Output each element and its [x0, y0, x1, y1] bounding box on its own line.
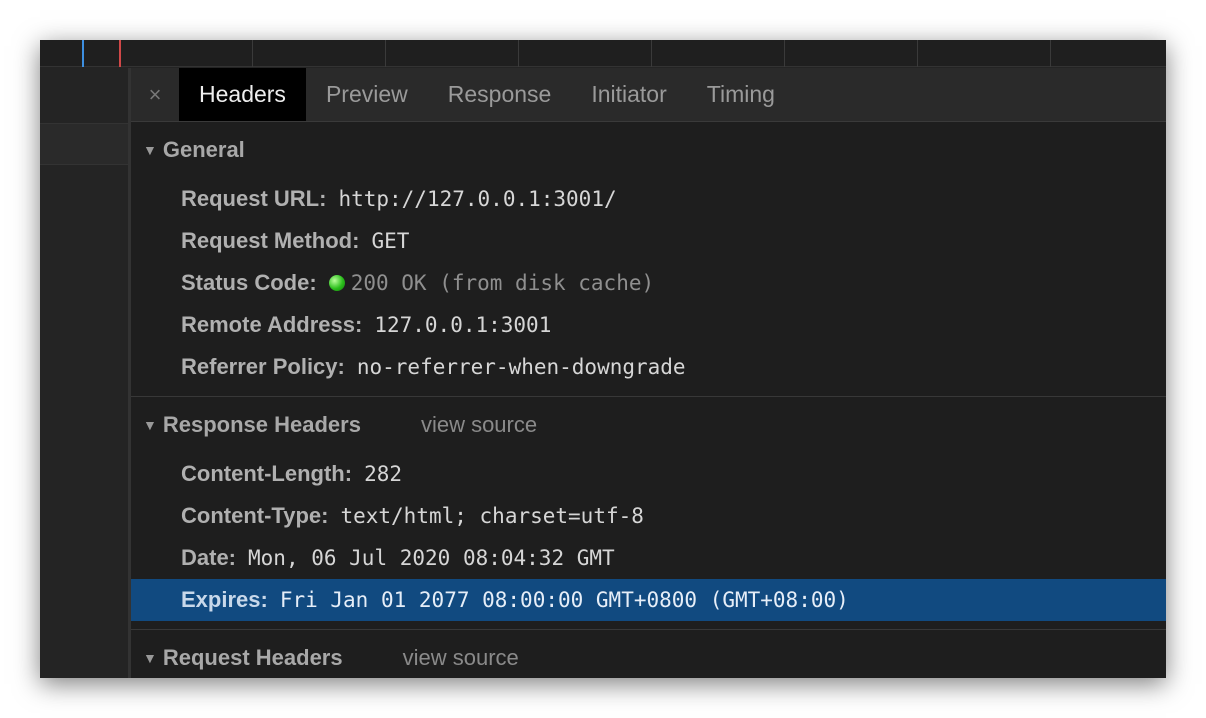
status-green-dot-icon [328, 275, 345, 291]
grid-line [518, 40, 519, 67]
view-source-link[interactable]: view source [403, 645, 519, 671]
request-list [40, 68, 128, 678]
header-value: 200 OK (from disk cache) [350, 271, 655, 295]
general-header[interactable]: ▼ General [131, 122, 1166, 178]
request-headers-section: ▼ Request Headers view source [131, 630, 1166, 678]
devtools-window: × Headers Preview Response Initiator Tim… [40, 40, 1166, 678]
response-headers-header[interactable]: ▼ Response Headers view source [131, 397, 1166, 453]
triangle-down-icon: ▼ [143, 417, 157, 433]
section-title: General [162, 137, 245, 162]
view-source-link[interactable]: view source [421, 412, 537, 438]
header-row: Request URL: http://127.0.0.1:3001/ [131, 178, 1166, 220]
header-row: Content-Length: 282 [131, 453, 1166, 495]
header-key: Date: [181, 545, 237, 570]
section-title: Response Headers [162, 412, 361, 437]
header-value: Fri Jan 01 2077 08:00:00 GMT+0800 (GMT+0… [279, 588, 849, 612]
tab-preview[interactable]: Preview [306, 68, 428, 121]
dom-content-loaded-marker [82, 40, 84, 67]
grid-line [651, 40, 652, 67]
header-row-selected[interactable]: Expires: Fri Jan 01 2077 08:00:00 GMT+080… [131, 579, 1166, 621]
close-icon[interactable]: × [131, 68, 179, 121]
tab-response[interactable]: Response [428, 68, 572, 121]
section-title: Request Headers [162, 645, 343, 670]
header-value: http://127.0.0.1:3001/ [338, 187, 617, 211]
header-value: Mon, 06 Jul 2020 08:04:32 GMT [248, 546, 615, 570]
request-headers-header[interactable]: ▼ Request Headers view source [131, 630, 1166, 678]
load-marker [119, 40, 121, 67]
grid-line [252, 40, 253, 67]
tab-timing[interactable]: Timing [687, 68, 795, 121]
header-key: Content-Length: [181, 461, 353, 486]
header-row: Content-Type: text/html; charset=utf-8 [131, 495, 1166, 537]
header-row: Status Code: 200 OK (from disk cache) [131, 262, 1166, 304]
response-headers-section: ▼ Response Headers view source Content-Len… [131, 397, 1166, 630]
header-value: 127.0.0.1:3001 [374, 313, 552, 337]
header-value: GET [371, 229, 410, 253]
timeline-overview[interactable] [40, 40, 1166, 67]
header-value: text/html; charset=utf-8 [340, 504, 644, 528]
header-key: Expires: [181, 587, 268, 612]
request-details-panel: × Headers Preview Response Initiator Tim… [131, 68, 1166, 678]
grid-line [385, 40, 386, 67]
header-row: Request Method: GET [131, 220, 1166, 262]
general-section: ▼ General Request URL: http://127.0.0.1:30… [131, 122, 1166, 397]
request-list-header [40, 68, 128, 124]
header-key: Content-Type: [181, 503, 329, 528]
header-key: Request URL: [181, 186, 327, 211]
tab-initiator[interactable]: Initiator [571, 68, 686, 121]
triangle-down-icon: ▼ [143, 142, 157, 158]
grid-line [1050, 40, 1051, 67]
triangle-down-icon: ▼ [143, 650, 157, 666]
request-row[interactable] [40, 124, 128, 165]
grid-line [917, 40, 918, 67]
header-row: Date: Mon, 06 Jul 2020 08:04:32 GMT [131, 537, 1166, 579]
header-row: Remote Address: 127.0.0.1:3001 [131, 304, 1166, 346]
header-row: Referrer Policy: no-referrer-when-downgra… [131, 346, 1166, 388]
header-key: Status Code: [181, 270, 317, 295]
grid-line [784, 40, 785, 67]
header-key: Request Method: [181, 228, 360, 253]
tab-bar: × Headers Preview Response Initiator Tim… [131, 68, 1166, 122]
header-key: Remote Address: [181, 312, 363, 337]
tab-headers[interactable]: Headers [179, 68, 306, 121]
header-value: no-referrer-when-downgrade [356, 355, 686, 379]
header-value: 282 [364, 462, 402, 486]
header-key: Referrer Policy: [181, 354, 345, 379]
